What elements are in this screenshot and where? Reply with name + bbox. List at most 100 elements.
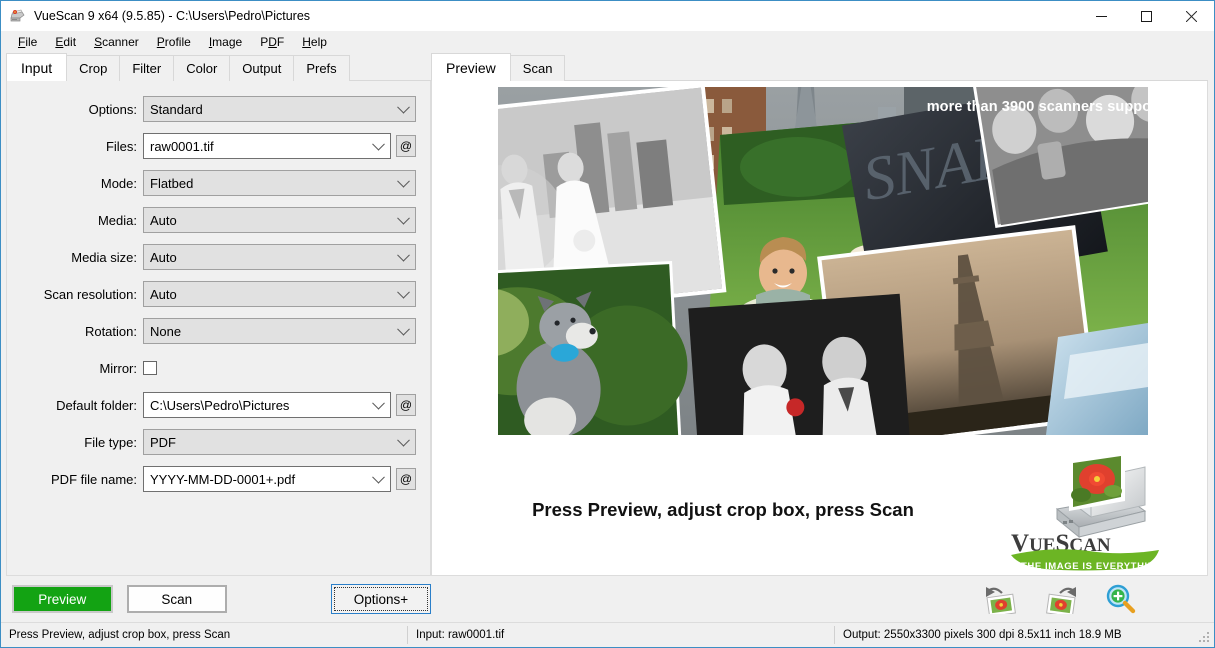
options-value: Standard — [150, 101, 203, 117]
default-folder-at-button[interactable]: @ — [396, 394, 416, 416]
files-input[interactable]: raw0001.tif — [143, 133, 391, 159]
main-area: Input Crop Filter Color Output Prefs Opt… — [1, 53, 1214, 622]
combo-wrap-file-type: PDF — [143, 429, 416, 455]
files-value: raw0001.tif — [150, 138, 214, 154]
chevron-down-icon — [397, 174, 410, 188]
preview-button[interactable]: Preview — [12, 585, 113, 613]
default-folder-input[interactable]: C:\Users\Pedro\Pictures — [143, 392, 391, 418]
tab-prefs[interactable]: Prefs — [293, 55, 350, 81]
field-row-mode: Mode: Flatbed — [21, 169, 416, 197]
tab-scan[interactable]: Scan — [509, 55, 566, 81]
chevron-down-icon — [397, 285, 410, 299]
menu-item-image[interactable]: Image — [200, 33, 251, 51]
combo-wrap-options: Standard — [143, 96, 416, 122]
tab-color[interactable]: Color — [173, 55, 231, 81]
close-button[interactable] — [1169, 1, 1214, 31]
chevron-down-icon — [397, 211, 410, 225]
mode-select[interactable]: Flatbed — [143, 170, 416, 196]
resize-grip[interactable] — [1199, 632, 1211, 644]
menu-item-profile[interactable]: Profile — [148, 33, 200, 51]
settings-tabstrip: Input Crop Filter Color Output Prefs — [6, 53, 431, 81]
combo-wrap-default-folder: C:\Users\Pedro\Pictures @ — [143, 392, 416, 418]
status-bar: Press Preview, adjust crop box, press Sc… — [1, 622, 1214, 647]
media-value: Auto — [150, 212, 177, 228]
file-type-select[interactable]: PDF — [143, 429, 416, 455]
label-rotation: Rotation: — [84, 323, 137, 339]
scan-resolution-select[interactable]: Auto — [143, 281, 416, 307]
field-row-options: Options: Standard — [21, 95, 416, 123]
sample-collage-image: SNAP — [498, 87, 1148, 435]
window-controls — [1079, 1, 1214, 31]
chevron-down-icon — [397, 248, 410, 262]
menu-rest: P — [260, 35, 269, 49]
title-bar: VueScan 9 x64 (9.5.85) - C:\Users\Pedro\… — [1, 1, 1214, 31]
combo-wrap-scan-resolution: Auto — [143, 281, 416, 307]
media-select[interactable]: Auto — [143, 207, 416, 233]
field-row-file-type: File type: PDF — [21, 428, 416, 456]
combo-wrap-files: raw0001.tif @ — [143, 133, 416, 159]
field-row-media-size: Media size: Auto — [21, 243, 416, 271]
menu-rest: dit — [63, 35, 77, 49]
label-files: Files: — [105, 138, 137, 154]
settings-pane: Input Crop Filter Color Output Prefs Opt… — [1, 53, 431, 622]
chevron-down-icon — [372, 470, 385, 484]
menu-item-edit[interactable]: Edit — [46, 33, 85, 51]
menu-rest: canner — [102, 35, 139, 49]
media-size-value: Auto — [150, 249, 177, 265]
status-message: Press Preview, adjust crop box, press Sc… — [9, 629, 231, 641]
pdf-file-name-at-button[interactable]: @ — [396, 468, 416, 490]
menu-accel: P — [156, 35, 165, 49]
scanner-icon — [9, 7, 27, 25]
chevron-down-icon — [397, 100, 410, 114]
tab-input[interactable]: Input — [6, 53, 68, 81]
media-size-select[interactable]: Auto — [143, 244, 416, 270]
rotate-left-icon[interactable] — [984, 584, 1018, 618]
options-plus-button[interactable]: Options+ — [331, 584, 431, 614]
label-scan-resolution: Scan resolution: — [43, 286, 137, 302]
maximize-button[interactable] — [1124, 1, 1169, 31]
preview-pane: Preview Scan SNAP more than 3900 scanner… — [431, 53, 1214, 622]
zoom-in-icon[interactable] — [1104, 584, 1138, 614]
mirror-checkbox[interactable] — [143, 361, 157, 375]
label-file-type: File type: — [84, 434, 137, 450]
menu-rest: ile — [25, 35, 38, 49]
label-media-size: Media size: — [71, 249, 137, 265]
rotate-right-icon[interactable] — [1044, 584, 1078, 618]
tab-filter[interactable]: Filter — [119, 55, 175, 81]
vuescan-window: VueScan 9 x64 (9.5.85) - C:\Users\Pedro\… — [0, 0, 1215, 648]
label-mode: Mode: — [100, 175, 137, 191]
tab-output[interactable]: Output — [229, 55, 295, 81]
menu-item-help[interactable]: Help — [293, 33, 336, 51]
vuescan-logo: VUESCAN THE IMAGE IS EVERYTHING — [1005, 449, 1165, 573]
options-select[interactable]: Standard — [143, 96, 416, 122]
minimize-button[interactable] — [1079, 1, 1124, 31]
preview-instruction: Press Preview, adjust crop box, press Sc… — [532, 499, 914, 520]
preview-tabstrip: Preview Scan — [431, 53, 1208, 81]
pdf-file-name-input[interactable]: YYYY-MM-DD-0001+.pdf — [143, 466, 391, 492]
field-row-files: Files: raw0001.tif @ — [21, 132, 416, 160]
menu-item-scanner[interactable]: Scanner — [85, 33, 148, 51]
preview-toolbar — [431, 576, 1208, 622]
menu-accel: S — [94, 35, 103, 49]
chevron-down-icon — [397, 322, 410, 336]
field-row-pdf-file-name: PDF file name: YYYY-MM-DD-0001+.pdf @ — [21, 465, 416, 493]
status-output: Output: 2550x3300 pixels 300 dpi 8.5x11 … — [843, 629, 1122, 641]
label-media: Media: — [97, 212, 137, 228]
mode-value: Flatbed — [150, 175, 194, 191]
menu-item-pdf[interactable]: PDF — [251, 33, 293, 51]
action-button-bar: Preview Scan Options+ — [6, 576, 431, 622]
tab-crop[interactable]: Crop — [66, 55, 121, 81]
rotation-select[interactable]: None — [143, 318, 416, 344]
field-row-media: Media: Auto — [21, 206, 416, 234]
menu-item-file[interactable]: File — [9, 33, 46, 51]
scan-button[interactable]: Scan — [126, 585, 227, 613]
files-at-button[interactable]: @ — [396, 135, 416, 157]
scan-resolution-value: Auto — [150, 286, 177, 302]
tab-preview[interactable]: Preview — [431, 53, 511, 81]
scanners-supported-overlay: more than 3900 scanners supported — [926, 99, 1179, 115]
preview-canvas[interactable]: SNAP more than 3900 scanners supported P… — [431, 81, 1208, 576]
default-folder-value: C:\Users\Pedro\Pictures — [150, 397, 290, 413]
chevron-down-icon — [372, 137, 385, 151]
menu-rest: elp — [310, 35, 327, 49]
label-default-folder: Default folder: — [56, 397, 137, 413]
